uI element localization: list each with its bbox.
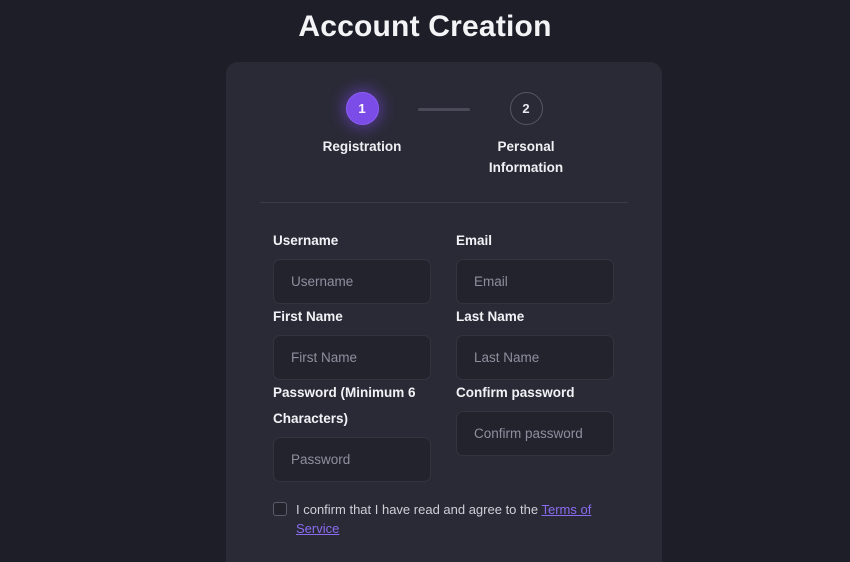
field-group-last-name: Last Name Last Name [456,304,614,380]
field-group-password: Password (Minimum 6 Characters) Password [273,380,431,482]
terms-checkbox[interactable] [273,502,287,516]
step-label-registration: Registration [322,139,402,154]
form-row-account: Username Username Email Email [273,228,615,304]
page-title: Account Creation [298,10,552,43]
label-last-name: Last Name [456,309,525,324]
input-first-name[interactable]: First Name [273,335,431,380]
input-email-placeholder: Email [474,274,508,289]
section-divider [260,202,628,203]
input-username[interactable]: Username [273,259,431,304]
field-group-email: Email Email [456,228,614,304]
step-number-badge-1: 1 [345,92,379,125]
registration-form: Username Username Email Email First Name [273,228,615,538]
input-last-name[interactable]: Last Name [456,335,614,380]
input-first-name-placeholder: First Name [291,350,358,365]
registration-card: 1 Registration 2 Personal Information Us… [226,62,662,562]
form-row-name: First Name First Name Last Name Last Nam… [273,304,615,380]
input-confirm-password-placeholder: Confirm password [474,426,583,441]
terms-text: I confirm that I have read and agree to … [296,500,615,538]
step-number-badge-2: 2 [509,92,543,125]
input-username-placeholder: Username [291,274,354,289]
input-email[interactable]: Email [456,259,614,304]
terms-row: I confirm that I have read and agree to … [273,500,615,538]
field-group-confirm-password: Confirm password Confirm password [456,380,614,456]
field-group-first-name: First Name First Name [273,304,431,380]
input-confirm-password[interactable]: Confirm password [456,411,614,456]
stepper-connector [418,108,470,111]
step-label-personal-information: Personal Information [488,139,564,175]
terms-text-prefix: I confirm that I have read and agree to … [296,502,539,517]
label-email: Email [456,233,493,248]
input-password[interactable]: Password [273,437,431,482]
stepper: 1 Registration 2 Personal Information [226,92,662,178]
account-creation-page: Account Creation 1 Registration 2 Person… [0,0,850,562]
form-row-password: Password (Minimum 6 Characters) Password… [273,380,615,482]
field-group-username: Username Username [273,228,431,304]
label-confirm-password: Confirm password [456,385,575,400]
label-first-name: First Name [273,309,343,324]
stepper-step-registration[interactable]: 1 Registration [306,92,418,157]
stepper-step-personal-information[interactable]: 2 Personal Information [470,92,582,178]
input-password-placeholder: Password [291,452,351,467]
label-username: Username [273,233,339,248]
input-last-name-placeholder: Last Name [474,350,540,365]
label-password: Password (Minimum 6 Characters) [273,385,416,426]
